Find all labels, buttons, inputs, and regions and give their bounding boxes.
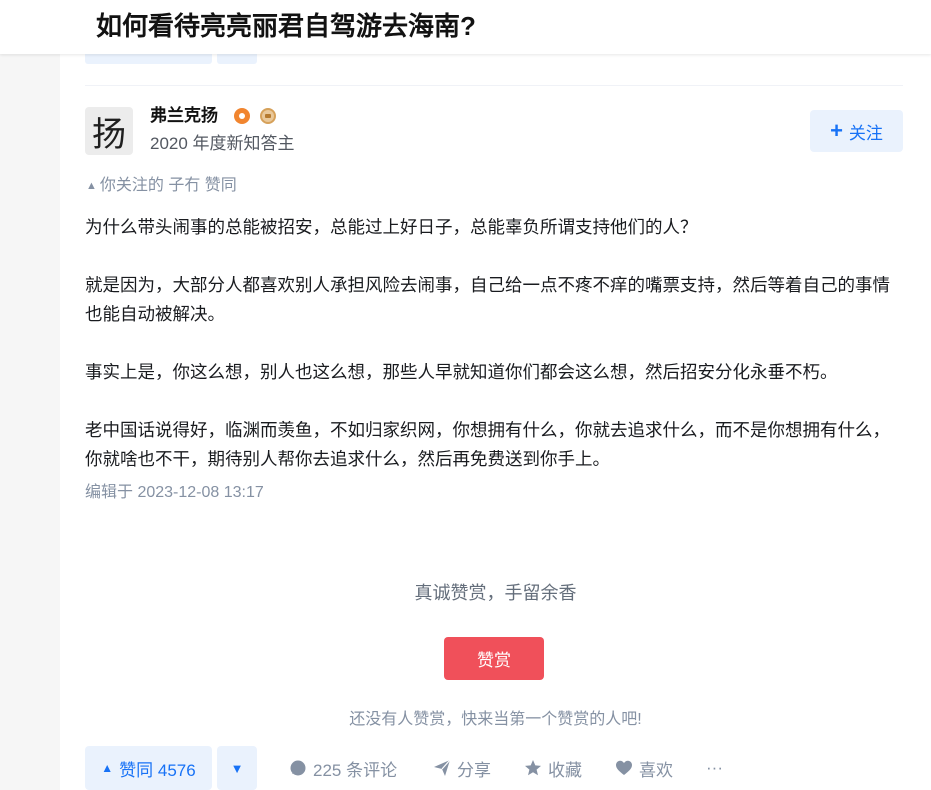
share-button[interactable]: 分享 [433, 746, 491, 790]
comment-icon [290, 760, 306, 776]
collect-button[interactable]: 收藏 [524, 746, 582, 790]
comments-label: 225 条评论 [313, 760, 398, 780]
answer-paragraph: 就是因为，大部分人都喜欢别人承担风险去闹事，自己给一点不疼不痒的嘴票支持，然后等… [85, 275, 890, 324]
upvote-button[interactable]: ▲ 赞同 4576 [85, 746, 212, 790]
edited-timestamp[interactable]: 编辑于 2023-12-08 13:17 [85, 482, 264, 504]
share-label: 分享 [457, 760, 491, 780]
downvote-icon: ▼ [230, 760, 244, 776]
sticky-question-header: 如何看待亮亮丽君自驾游去海南? [0, 0, 931, 54]
author-avatar[interactable]: 扬 [85, 107, 133, 155]
answer-content: 为什么带头闹事的总能被招安，总能过上好日子，总能辜负所谓支持他们的人？ 就是因为… [85, 213, 903, 503]
author-name[interactable]: 弗兰克扬 [150, 105, 218, 127]
collect-label: 收藏 [548, 760, 582, 780]
follow-label: 关注 [848, 123, 883, 143]
downvote-button[interactable]: ▼ [217, 746, 257, 790]
reward-note: 还没有人赞赏，快来当第一个赞赏的人吧! [349, 711, 642, 728]
answer-paragraph: 老中国话说得好，临渊而羡鱼，不如归家织网，你想拥有什么，你就去追求什么，而不是你… [85, 420, 890, 469]
answer-paragraph: 为什么带头闹事的总能被招安，总能过上好日子，总能辜负所谓支持他们的人？ [85, 217, 698, 237]
answer-action-bar: ▲ 赞同 4576 ▼ 225 条评论 分享 收藏 喜欢 ··· [85, 746, 903, 790]
question-title[interactable]: 如何看待亮亮丽君自驾游去海南? [96, 8, 476, 44]
share-icon [434, 759, 451, 776]
like-button[interactable]: 喜欢 [615, 746, 673, 790]
followee-upvote-text: 你关注的 子冇 赞同 [99, 177, 237, 194]
comments-button[interactable]: 225 条评论 [289, 746, 397, 790]
author-headline: 2020 年度新知答主 [150, 134, 295, 153]
reward-slogan: 真诚赞赏，手留余香 [414, 583, 577, 603]
reward-button[interactable]: 赞赏 [444, 637, 544, 680]
followee-upvote-line: ▲ 你关注的 子冇 赞同 [86, 175, 237, 197]
more-options-button[interactable]: ··· [706, 746, 723, 790]
divider [85, 85, 903, 86]
upvote-label: 赞同 4576 [119, 760, 196, 780]
page-background [0, 54, 60, 790]
yearly-answerer-badge-icon[interactable] [260, 108, 276, 124]
more-icon: ··· [706, 758, 723, 777]
answer-paragraph: 事实上是，你这么想，别人也这么想，那些人早就知道你们都会这么想，然后招安分化永垂… [85, 362, 838, 382]
follow-button[interactable]: + 关注 [810, 110, 903, 152]
plus-icon: + [830, 118, 843, 143]
like-label: 喜欢 [639, 760, 673, 780]
star-icon [525, 760, 541, 776]
creator-badge-icon[interactable] [234, 108, 250, 124]
upvote-triangle-icon: ▲ [86, 180, 97, 192]
upvote-icon: ▲ [101, 761, 114, 775]
heart-icon [616, 760, 632, 775]
